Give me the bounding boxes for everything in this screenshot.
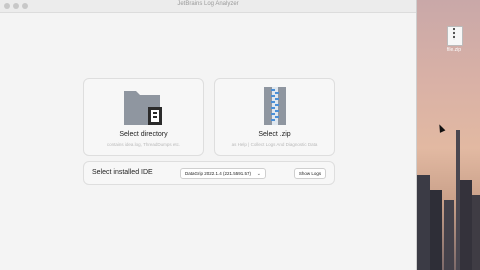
select-directory-subtitle: contains idea.log, ThreadDumps etc.: [106, 142, 181, 147]
title-bar[interactable]: JetBrains Log Analyzer: [0, 0, 416, 13]
folder-icon: [124, 91, 162, 125]
chevron-down-icon: ⌄: [256, 171, 261, 177]
select-zip-card[interactable]: Select .zip as Help | Collect Logs And D…: [214, 78, 335, 156]
ide-select-value: DataGrip 2022.1.4 (221.5591.57): [185, 171, 252, 176]
city-wallpaper: [416, 120, 480, 270]
window-title: JetBrains Log Analyzer: [177, 1, 239, 7]
desktop-file-label: file.zip: [446, 47, 462, 53]
select-ide-label: Select installed IDE: [92, 169, 153, 176]
ide-select[interactable]: DataGrip 2022.1.4 (221.5591.57) ⌄: [180, 168, 266, 179]
app-window: JetBrains Log Analyzer Select directory …: [0, 0, 417, 270]
select-directory-card[interactable]: Select directory contains idea.log, Thre…: [83, 78, 204, 156]
installed-ide-panel: Select installed IDE DataGrip 2022.1.4 (…: [83, 161, 335, 185]
zip-archive-icon: [264, 87, 286, 125]
desktop-zip-file-icon[interactable]: file.zip: [444, 26, 464, 58]
show-logs-button[interactable]: Show Logs: [294, 168, 326, 179]
select-directory-title: Select directory: [119, 131, 168, 138]
select-zip-title: Select .zip: [258, 131, 291, 138]
select-zip-subtitle: as Help | Collect Logs And Diagnostic Da…: [231, 142, 318, 147]
